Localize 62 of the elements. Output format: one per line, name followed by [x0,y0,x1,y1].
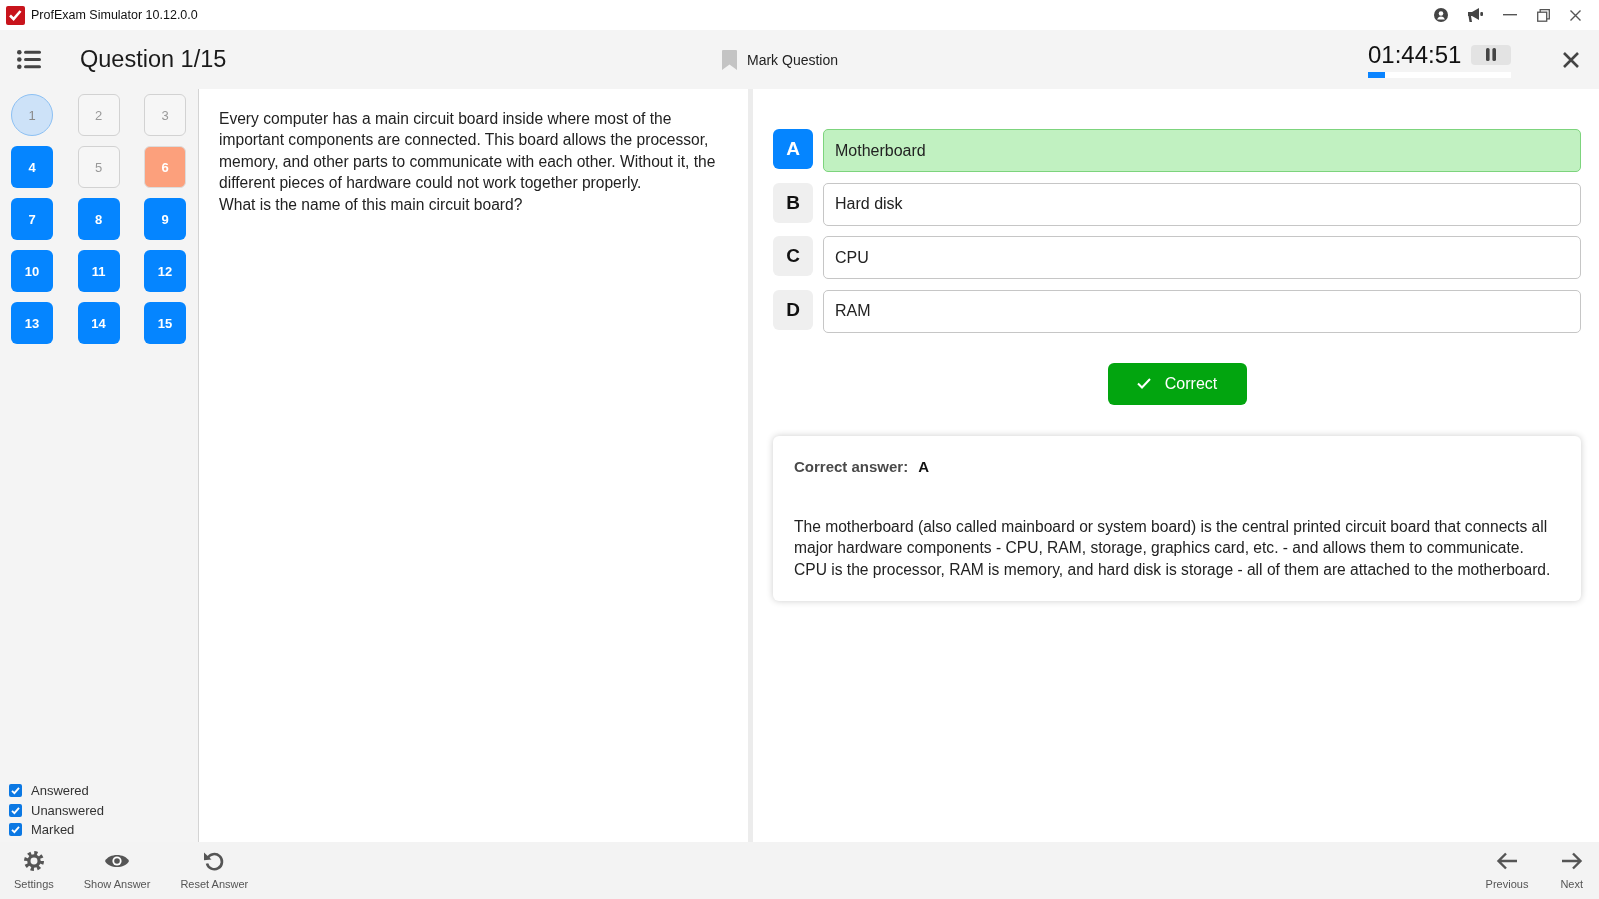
close-exam-button[interactable] [1563,51,1579,68]
question-number-button[interactable]: 9 [144,198,186,240]
explanation-text: CPU is the processor, RAM is memory, and hard disk is storage - all of them are attached to the motherboard. [794,559,1552,580]
reset-answer-button[interactable]: Reset Answer [170,842,259,899]
question-number-button[interactable]: 13 [11,302,53,344]
settings-icon [22,850,45,872]
option-letter[interactable]: D [773,289,813,330]
question-text: What is the name of this main circuit board? [219,194,524,215]
question-number-button[interactable]: 14 [77,302,120,344]
filter-label: Marked [31,821,75,837]
question-number-button[interactable]: 3 [144,94,186,136]
filter-checkbox[interactable] [9,822,22,836]
question-number-button[interactable]: 4 [11,146,53,188]
option-letter[interactable]: B [773,182,813,223]
filter-label: Unanswered [31,802,104,818]
question-number-button[interactable]: 12 [144,250,186,292]
question-text: Every computer has a main circuit board inside where most of the important components are connected. This board allows the processor, memory, and other parts to communicate with each other. Without it, the different pieces of hardware could not work together properly. [219,109,717,194]
correct-answer-label: Correct answer: [794,456,909,477]
answer-option[interactable]: Motherboard [823,129,1581,172]
answer-option[interactable]: RAM [823,289,1581,333]
timer-text: 01:44:51 [1368,41,1462,68]
question-number-button[interactable]: 7 [11,198,53,240]
filter-checkbox[interactable] [9,803,22,817]
pause-icon [1486,48,1496,61]
question-number-button[interactable]: 10 [11,250,53,292]
megaphone-icon [1468,8,1483,22]
minimize-icon [1503,14,1517,16]
option-letter[interactable]: C [773,236,813,276]
left-arrow-icon [1495,850,1518,872]
app-icon [6,5,25,25]
question-number-button[interactable]: 2 [77,94,120,136]
check-icon [1136,378,1151,389]
menu-button[interactable] [17,50,41,69]
window-title: ProfExam Simulator 10.12.0.0 [31,8,198,22]
question-number-button[interactable]: 15 [144,302,186,344]
filter-checkbox[interactable] [9,784,22,798]
filter-label: Answered [31,783,89,799]
option-letter[interactable]: A [773,129,813,169]
correct-answer-letter: A [918,456,930,477]
question-number-button[interactable]: 1 [11,94,53,136]
previous-button[interactable]: Previous [1475,842,1539,899]
question-number-button[interactable]: 8 [77,198,120,240]
mark-question-button[interactable]: Mark Question [722,49,839,70]
question-number-button[interactable]: 5 [77,146,120,188]
show-answer-button[interactable]: Show Answer [73,842,161,899]
close-icon [1570,9,1581,21]
reset-icon [203,850,226,872]
result-button[interactable]: Correct [1107,362,1247,405]
question-title: Question 1/15 [80,46,227,72]
question-number-button[interactable]: 6 [144,146,186,188]
explanation-text: The motherboard (also called mainboard or system board) is the central printed circuit board that connects all major hardware components - CPU, RAM, storage, graphics card, etc. - and allows them to communicate. [794,516,1549,558]
close-icon [1563,51,1579,68]
pause-button[interactable] [1471,44,1511,65]
settings-button[interactable]: Settings [4,842,64,899]
next-button[interactable]: Next [1550,842,1593,899]
user-icon [1434,8,1448,22]
answer-option[interactable]: CPU [823,236,1581,279]
answer-option[interactable]: Hard disk [823,182,1581,226]
restore-icon [1537,8,1550,22]
question-number-button[interactable]: 11 [77,250,120,292]
menu-icon [17,50,41,69]
right-arrow-icon [1560,850,1583,872]
